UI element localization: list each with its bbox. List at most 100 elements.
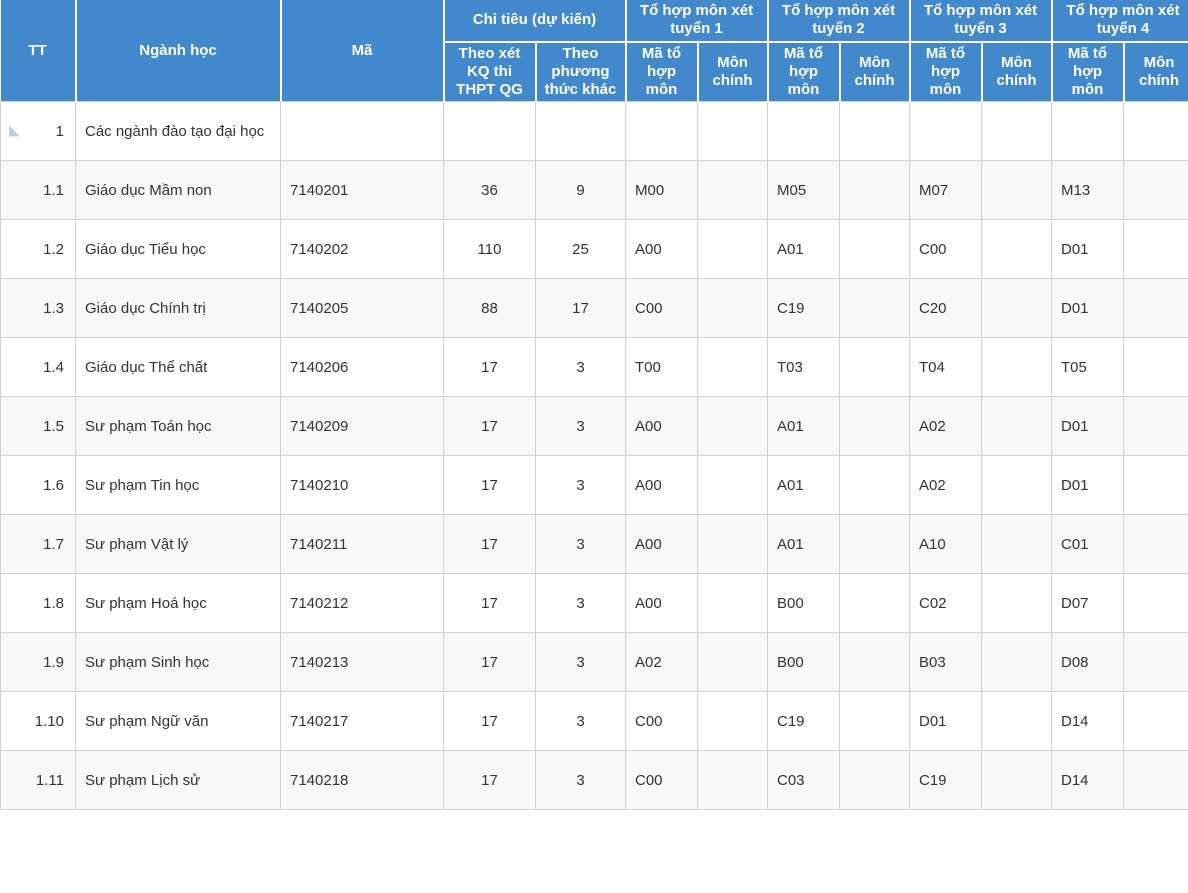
row-cell-ma: 7140209 xyxy=(280,396,444,457)
row-cell-ma-to-hop-4: M13 xyxy=(1051,160,1124,221)
row-cell-ma-to-hop-4: T05 xyxy=(1051,337,1124,398)
row-cell-ma-to-hop-3: C20 xyxy=(909,278,982,339)
row-cell-ma-to-hop-3: C00 xyxy=(909,219,982,280)
row-cell-ma-to-hop-4: D01 xyxy=(1051,219,1124,280)
table-row: 1.4 Giáo dục Thể chất 7140206 17 3 T00 T03 T04 T… xyxy=(0,337,1188,398)
row-cell-mon-chinh-3 xyxy=(981,455,1052,516)
table-row: 1.2 Giáo dục Tiểu học 7140202 110 25 A00 A01 C0… xyxy=(0,219,1188,280)
triangle-collapse-icon[interactable] xyxy=(9,125,20,137)
row-cell-ma-to-hop-4: D14 xyxy=(1051,750,1124,811)
column-header-to-hop-3: Tổ hợp môn xét tuyển 3 xyxy=(908,0,1053,43)
row-cell-theo-xet-kq xyxy=(443,101,536,162)
row-cell-theo-xet-kq: 17 xyxy=(443,691,536,752)
table-row-group: 1 Các ngành đào tạo đại học xyxy=(0,101,1188,162)
table-row: 1.1 Giáo dục Mầm non 7140201 36 9 M00 M05 M07 M1… xyxy=(0,160,1188,221)
row-cell-theo-xet-kq: 17 xyxy=(443,750,536,811)
row-cell-tt: 1.11 xyxy=(0,750,76,811)
row-cell-theo-xet-kq: 36 xyxy=(443,160,536,221)
row-cell-theo-xet-kq: 88 xyxy=(443,278,536,339)
row-cell-ma: 7140206 xyxy=(280,337,444,398)
row-cell-mon-chinh-3 xyxy=(981,219,1052,280)
column-header-theo-phuong-thuc-khac: Theo phương thức khác xyxy=(534,41,627,102)
row-cell-ma-to-hop-4: D07 xyxy=(1051,573,1124,634)
row-cell-nganh-hoc: Giáo dục Mầm non xyxy=(75,160,281,221)
row-cell-ma-to-hop-2: B00 xyxy=(767,573,840,634)
row-cell-ma-to-hop-4: D01 xyxy=(1051,396,1124,457)
row-cell-ma-to-hop-2: C19 xyxy=(767,278,840,339)
table-row: 1.5 Sư phạm Toán học 7140209 17 3 A00 A01 A02 D0… xyxy=(0,396,1188,457)
row-cell-nganh-hoc: Giáo dục Thể chất xyxy=(75,337,281,398)
row-cell-tt: 1.5 xyxy=(0,396,76,457)
row-cell-ma-to-hop-1: M00 xyxy=(625,160,698,221)
row-cell-theo-xet-kq: 17 xyxy=(443,396,536,457)
row-cell-ma-to-hop-2: T03 xyxy=(767,337,840,398)
row-cell-nganh-hoc: Sư phạm Hoá học xyxy=(75,573,281,634)
row-cell-nganh-hoc: Sư phạm Ngữ văn xyxy=(75,691,281,752)
table-row: 1.8 Sư phạm Hoá học 7140212 17 3 A00 B00 C02 D07 xyxy=(0,573,1188,634)
column-header-ma-to-hop-mon-4: Mã tổ hợp môn xyxy=(1050,41,1125,102)
row-cell-ma-to-hop-1: A00 xyxy=(625,573,698,634)
row-cell-nganh-hoc: Giáo dục Chính trị xyxy=(75,278,281,339)
table-row: 1.3 Giáo dục Chính trị 7140205 88 17 C00 C19 C2… xyxy=(0,278,1188,339)
row-cell-theo-phuong-thuc-khac: 3 xyxy=(535,632,626,693)
row-cell-mon-chinh-1 xyxy=(697,691,768,752)
row-cell-mon-chinh-2 xyxy=(839,337,910,398)
row-cell-tt: 1.4 xyxy=(0,337,76,398)
row-cell-ma: 7140205 xyxy=(280,278,444,339)
row-cell-theo-phuong-thuc-khac: 3 xyxy=(535,573,626,634)
row-cell-ma-to-hop-3 xyxy=(909,101,982,162)
row-cell-theo-phuong-thuc-khac: 3 xyxy=(535,691,626,752)
row-cell-nganh-hoc: Giáo dục Tiểu học xyxy=(75,219,281,280)
row-cell-theo-xet-kq: 17 xyxy=(443,573,536,634)
admissions-table: TT Ngành học Mã Chỉ tiêu (dự kiến) Tổ hợ… xyxy=(0,0,1188,811)
row-cell-ma: 7140218 xyxy=(280,750,444,811)
row-cell-nganh-hoc: Sư phạm Sinh học xyxy=(75,632,281,693)
row-cell-theo-xet-kq: 17 xyxy=(443,514,536,575)
row-cell-mon-chinh-2 xyxy=(839,691,910,752)
row-cell-mon-chinh-1 xyxy=(697,632,768,693)
row-cell-mon-chinh-4 xyxy=(1123,691,1188,752)
row-cell-theo-phuong-thuc-khac: 3 xyxy=(535,337,626,398)
row-cell-ma-to-hop-2: A01 xyxy=(767,455,840,516)
row-cell-mon-chinh-1 xyxy=(697,396,768,457)
row-cell-mon-chinh-3 xyxy=(981,396,1052,457)
row-cell-ma-to-hop-2: C03 xyxy=(767,750,840,811)
row-cell-ma-to-hop-3: C19 xyxy=(909,750,982,811)
table-header: TT Ngành học Mã Chỉ tiêu (dự kiến) Tổ hợ… xyxy=(0,0,1188,102)
row-cell-ma-to-hop-1: A02 xyxy=(625,632,698,693)
row-cell-tt: 1.10 xyxy=(0,691,76,752)
row-cell-ma: 7140211 xyxy=(280,514,444,575)
row-cell-theo-phuong-thuc-khac: 25 xyxy=(535,219,626,280)
row-cell-ma-to-hop-4 xyxy=(1051,101,1124,162)
row-cell-ma-to-hop-1: C00 xyxy=(625,750,698,811)
row-cell-mon-chinh-4 xyxy=(1123,573,1188,634)
row-cell-ma-to-hop-4: D14 xyxy=(1051,691,1124,752)
row-cell-ma-to-hop-4: D08 xyxy=(1051,632,1124,693)
row-cell-tt: 1.6 xyxy=(0,455,76,516)
column-header-mon-chinh-4: Môn chính xyxy=(1122,41,1188,102)
row-cell-ma-to-hop-3: A02 xyxy=(909,396,982,457)
row-cell-ma-to-hop-2: A01 xyxy=(767,514,840,575)
column-header-theo-xet-kq-thpt-qg: Theo xét KQ thi THPT QG xyxy=(442,41,537,102)
row-cell-ma-to-hop-2: A01 xyxy=(767,219,840,280)
row-cell-theo-xet-kq: 17 xyxy=(443,632,536,693)
row-cell-mon-chinh-2 xyxy=(839,396,910,457)
table-row: 1.9 Sư phạm Sinh học 7140213 17 3 A02 B00 B03 D0… xyxy=(0,632,1188,693)
row-cell-mon-chinh-3 xyxy=(981,750,1052,811)
column-header-ma-to-hop-mon-3: Mã tổ hợp môn xyxy=(908,41,983,102)
column-header-ma-to-hop-mon-1: Mã tổ hợp môn xyxy=(624,41,699,102)
row-cell-ma-to-hop-1: A00 xyxy=(625,455,698,516)
row-cell-mon-chinh-2 xyxy=(839,632,910,693)
column-header-mon-chinh-2: Môn chính xyxy=(838,41,911,102)
row-cell-tt: 1.1 xyxy=(0,160,76,221)
row-cell-ma-to-hop-3: M07 xyxy=(909,160,982,221)
row-cell-mon-chinh-3 xyxy=(981,632,1052,693)
row-cell-ma-to-hop-1: C00 xyxy=(625,278,698,339)
row-cell-ma-to-hop-2 xyxy=(767,101,840,162)
row-cell-mon-chinh-3 xyxy=(981,514,1052,575)
row-cell-mon-chinh-3 xyxy=(981,160,1052,221)
row-cell-mon-chinh-3 xyxy=(981,691,1052,752)
row-cell-ma: 7140212 xyxy=(280,573,444,634)
row-cell-ma-to-hop-3: A10 xyxy=(909,514,982,575)
column-header-nganh-hoc: Ngành học xyxy=(74,0,282,102)
